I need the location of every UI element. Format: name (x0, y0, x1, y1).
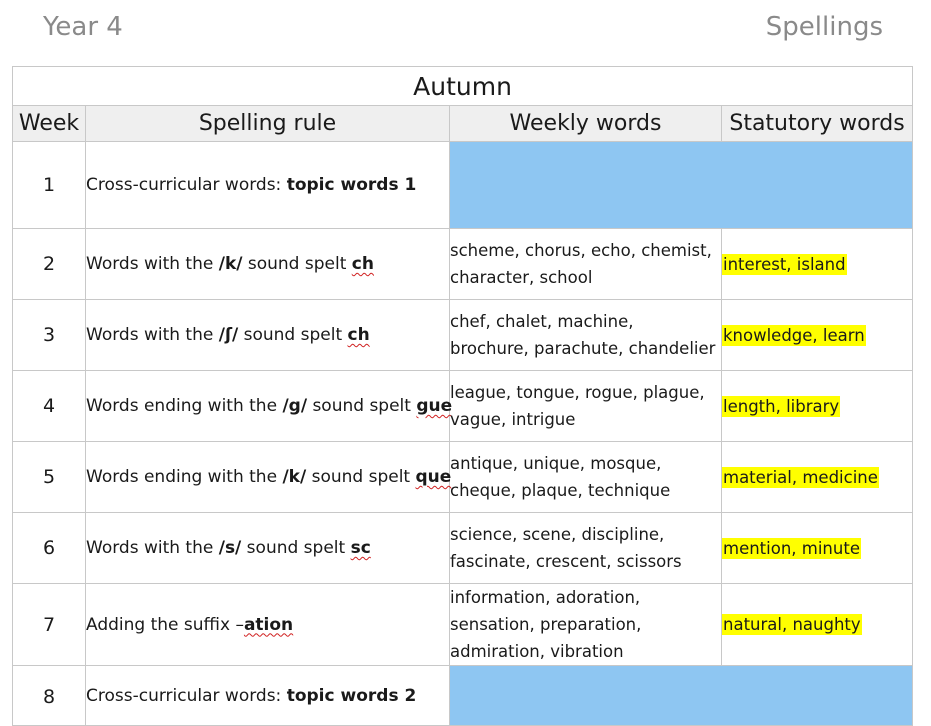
statutory-highlight: length, library (722, 395, 841, 417)
spelling-rule: Words with the /k/ sound spelt ch (85, 228, 450, 300)
words-line: fascinate, crescent, scissors (450, 552, 682, 571)
header-statutory-words: Statutory words (720, 105, 914, 142)
rule-grapheme: sc (350, 538, 371, 558)
spelling-rule: Words ending with the /k/ sound spelt qu… (85, 441, 452, 513)
table-row: 6 Words with the /s/ sound spelt sc scie… (12, 512, 914, 584)
statutory-words: interest, island (720, 228, 914, 300)
week-number: 4 (12, 370, 86, 442)
words-line: vague, intrigue (450, 410, 576, 429)
rule-phoneme: /g/ (282, 396, 308, 416)
subject-label: Spellings (765, 12, 883, 42)
statutory-highlight: mention, minute (722, 537, 861, 559)
words-line: character, school (450, 268, 593, 287)
statutory-highlight: knowledge, learn (722, 324, 866, 346)
statutory-words: mention, minute (720, 512, 914, 584)
blank-blue-cell (448, 665, 914, 726)
words-line: chef, chalet, machine, (450, 312, 634, 331)
words-line: league, tongue, rogue, plague, (450, 383, 705, 402)
rule-grapheme: que (415, 467, 452, 487)
spelling-table: Autumn Week Spelling rule Weekly words S… (11, 66, 914, 726)
statutory-words: knowledge, learn (720, 299, 914, 371)
week-number: 7 (12, 583, 86, 666)
words-line: cheque, plaque, technique (450, 481, 671, 500)
table-row: 3 Words with the /ʃ/ sound spelt ch chef… (12, 299, 914, 371)
spelling-rule: Words ending with the /g/ sound spelt gu… (85, 370, 453, 442)
header-weekly-words: Weekly words (449, 105, 722, 142)
week-number: 3 (12, 299, 86, 371)
rule-text: sound spelt (242, 254, 352, 274)
words-line: information, adoration, (450, 588, 641, 607)
rule-text: Words with the (86, 538, 219, 558)
words-line: brochure, parachute, chandelier (450, 339, 716, 358)
week-number: 2 (12, 228, 86, 300)
rule-text: Adding the suffix – (86, 614, 244, 635)
blank-blue-cell (448, 141, 914, 229)
rule-topic: topic words 2 (286, 686, 417, 706)
weekly-words: antique, unique, mosque, cheque, plaque, … (449, 441, 722, 513)
rule-phoneme: /k/ (218, 254, 243, 274)
table-row: 5 Words ending with the /k/ sound spelt … (12, 441, 914, 513)
words-line: scheme, chorus, echo, chemist, (450, 241, 712, 260)
week-number: 1 (12, 141, 86, 229)
spelling-rule: Words with the /s/ sound spelt sc (85, 512, 450, 584)
spelling-rule: Adding the suffix –ation (85, 583, 450, 666)
rule-text: sound spelt (238, 325, 348, 345)
table-row: 1 Cross-curricular words: topic words 1 (12, 141, 914, 229)
rule-grapheme: gue (416, 396, 453, 416)
weekly-words: science, scene, discipline, fascinate, cr… (449, 512, 722, 584)
spelling-rule: Words with the /ʃ/ sound spelt ch (85, 299, 450, 371)
rule-text: sound spelt (307, 396, 417, 416)
statutory-words: length, library (720, 370, 914, 442)
weekly-words: scheme, chorus, echo, chemist, character,… (449, 228, 722, 300)
year-label: Year 4 (43, 12, 123, 42)
spelling-rule: Cross-curricular words: topic words 1 (85, 141, 450, 229)
table-row: 7 Adding the suffix –ation information, … (12, 583, 914, 666)
table-row: 8 Cross-curricular words: topic words 2 (12, 665, 914, 726)
rule-suffix: ation (243, 614, 294, 635)
table-row: 2 Words with the /k/ sound spelt ch sche… (12, 228, 914, 300)
week-number: 6 (12, 512, 86, 584)
words-line: sensation, preparation, (450, 615, 642, 634)
rule-text: Words with the (86, 325, 219, 345)
header-spelling-rule: Spelling rule (85, 105, 450, 142)
rule-text: Cross-curricular words: (86, 175, 287, 195)
rule-text: sound spelt (306, 467, 416, 487)
rule-grapheme: ch (351, 254, 374, 274)
words-line: antique, unique, mosque, (450, 454, 662, 473)
week-number: 8 (12, 665, 86, 726)
term-title: Autumn (11, 66, 914, 106)
rule-text: Words ending with the (86, 396, 283, 416)
rule-text: Words ending with the (86, 467, 283, 487)
words-line: admiration, vibration (450, 642, 624, 661)
statutory-words: material, medicine (720, 441, 914, 513)
rule-text: sound spelt (241, 538, 351, 558)
spelling-rule: Cross-curricular words: topic words 2 (85, 665, 450, 726)
week-number: 5 (12, 441, 86, 513)
rule-phoneme: /s/ (218, 538, 242, 558)
statutory-highlight: material, medicine (722, 466, 879, 488)
table-row: 4 Words ending with the /g/ sound spelt … (12, 370, 914, 442)
rule-phoneme: /ʃ/ (218, 325, 239, 345)
rule-topic: topic words 1 (286, 175, 417, 195)
statutory-words: natural, naughty (720, 583, 914, 666)
weekly-words: information, adoration, sensation, prepar… (449, 583, 722, 666)
rule-phoneme: /k/ (282, 467, 307, 487)
words-line: science, scene, discipline, (450, 525, 665, 544)
header-week: Week (12, 105, 86, 142)
rule-text: Words with the (86, 254, 219, 274)
statutory-highlight: interest, island (722, 253, 847, 275)
rule-text: Cross-curricular words: (86, 686, 287, 706)
rule-grapheme: ch (347, 325, 370, 345)
weekly-words: league, tongue, rogue, plague, vague, int… (449, 370, 722, 442)
term-title-row: Autumn (11, 66, 914, 106)
weekly-words: chef, chalet, machine, brochure, parachut… (449, 299, 722, 371)
statutory-highlight: natural, naughty (722, 614, 862, 635)
column-header-row: Week Spelling rule Weekly words Statutor… (12, 105, 914, 142)
